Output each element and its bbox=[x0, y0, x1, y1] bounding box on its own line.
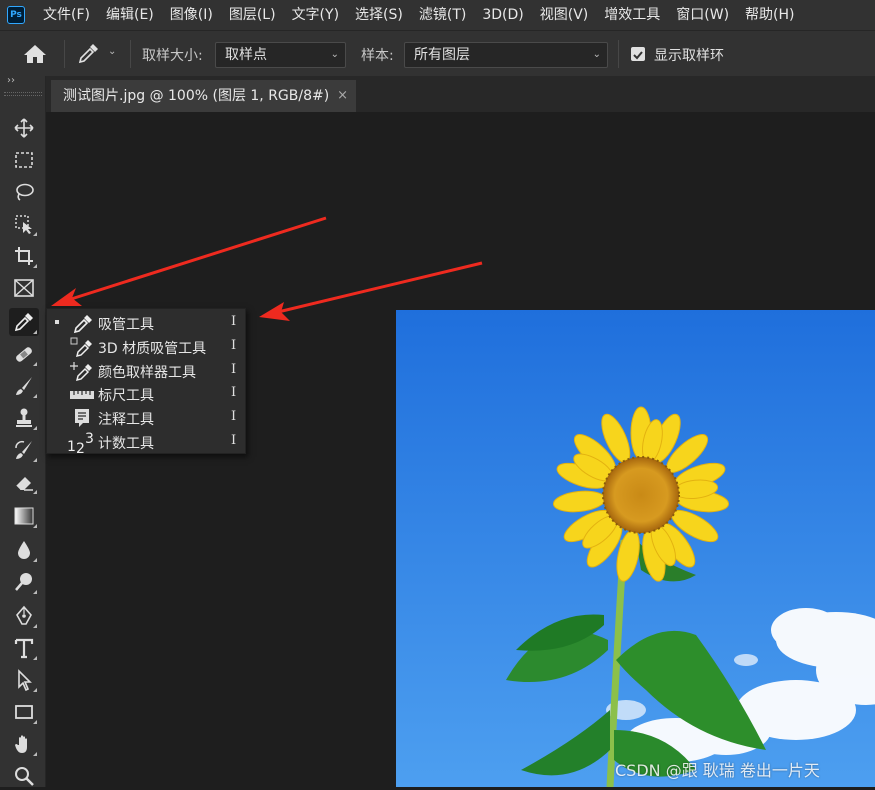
annotation-arrows bbox=[51, 216, 483, 321]
red-arrow-to-flyout-menu bbox=[259, 261, 483, 321]
red-arrow-to-eyedropper-tool bbox=[51, 216, 327, 306]
watermark-text: CSDN @跟 耿瑞 卷出一片天 bbox=[615, 761, 820, 780]
